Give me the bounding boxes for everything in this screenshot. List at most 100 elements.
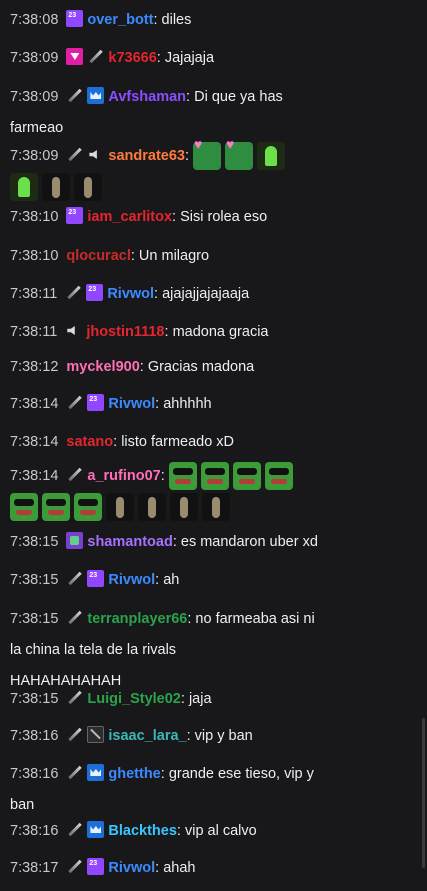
colon-separator: : [172, 209, 181, 225]
message-text: ajajajjajajaaja [162, 286, 250, 302]
colon-separator: : [139, 359, 148, 375]
username[interactable]: Blackthes [108, 823, 177, 839]
sword-badge-icon[interactable] [66, 858, 83, 875]
colon-separator: : [172, 534, 181, 550]
username[interactable]: terranplayer66 [87, 611, 187, 627]
message-text: es mandaron uber xd [180, 534, 318, 550]
chat-message: 7:38:11 Rivwol: ajajajjajajaaja [10, 279, 406, 310]
chat-message: 7:38:10 iam_carlitox: Sisi rolea eso [10, 202, 406, 233]
dance-emote-icon[interactable] [106, 493, 134, 522]
colon-separator: : [160, 766, 169, 782]
chat-message: 7:38:15 Rivwol: ah [10, 565, 406, 596]
colon-separator: : [154, 286, 163, 302]
subscriber-badge-icon[interactable] [87, 570, 105, 587]
sword-badge-icon[interactable] [66, 394, 83, 411]
username[interactable]: qlocuracl [66, 248, 130, 264]
subscriber-badge-icon[interactable] [86, 284, 104, 301]
subscriber-badge-icon[interactable] [66, 10, 84, 27]
message-text-continued: la china la tela de la rivals [10, 642, 177, 658]
colon-separator: : [180, 691, 189, 707]
frog-emote-icon[interactable] [264, 462, 293, 491]
username[interactable]: myckel900 [66, 359, 139, 375]
no-audio-badge-icon[interactable] [87, 726, 105, 743]
subscriber-badge-icon[interactable] [66, 207, 84, 224]
sword-badge-icon[interactable] [66, 87, 83, 104]
sword-badge-icon[interactable] [66, 764, 83, 781]
username[interactable]: Rivwol [107, 286, 154, 302]
sword-badge-icon[interactable] [65, 284, 82, 301]
message-text: madona gracia [172, 324, 269, 340]
bits-badge-icon[interactable] [66, 532, 84, 549]
chat-panel: 7:38:08 over_bott: diles 7:38:09 k73666: Ja… [0, 0, 427, 891]
username[interactable]: k73666 [108, 50, 156, 66]
mute-badge-icon[interactable] [65, 322, 82, 339]
chat-message: 7:38:11 jhostin1118: madona gracia [10, 317, 406, 348]
timestamp: 7:38:12 [10, 359, 59, 375]
message-text: ah [163, 572, 180, 588]
username[interactable]: Avfshaman [108, 89, 186, 105]
sword-badge-icon[interactable] [66, 609, 83, 626]
username[interactable]: Rivwol [108, 572, 155, 588]
username[interactable]: shamantoad [87, 534, 172, 550]
sword-badge-icon[interactable] [66, 466, 83, 483]
prime-badge-icon[interactable] [66, 48, 84, 65]
sword-badge-icon[interactable] [87, 48, 104, 65]
chat-message: 7:38:10 qlocuracl: Un milagro [10, 241, 406, 272]
dance-emote-icon[interactable] [74, 173, 102, 202]
frog-emote-icon[interactable] [42, 493, 70, 522]
chat-message: 7:38:17 Rivwol: ahah [10, 853, 406, 884]
colon-separator: : [164, 324, 173, 340]
message-text: diles [161, 12, 192, 28]
chat-message: 7:38:09 Avfshaman: Di que ya has farmeao [10, 82, 406, 144]
timestamp: 7:38:09 [10, 148, 59, 164]
vip-badge-icon[interactable] [87, 821, 105, 838]
sword-badge-icon[interactable] [66, 821, 83, 838]
username[interactable]: a_rufino07 [87, 468, 160, 484]
timestamp: 7:38:15 [10, 611, 59, 627]
frog-heart-emote-icon[interactable] [193, 137, 222, 171]
frog-emote-icon[interactable] [168, 462, 197, 491]
message-text: Gracias madona [147, 359, 255, 375]
chat-message: 7:38:14 satano: listo farmeado xD [10, 427, 406, 458]
subscriber-badge-icon[interactable] [87, 394, 105, 411]
colon-separator: : [156, 50, 165, 66]
frog-emote-icon[interactable] [10, 493, 38, 522]
mute-badge-icon[interactable] [87, 146, 104, 163]
username[interactable]: Luigi_Style02 [87, 691, 180, 707]
frog-emote-icon[interactable] [200, 462, 229, 491]
chat-message: 7:38:09 k73666: Jajajaja [10, 43, 406, 74]
sword-badge-icon[interactable] [66, 570, 83, 587]
timestamp: 7:38:16 [10, 728, 59, 744]
vip-badge-icon[interactable] [87, 87, 105, 104]
vip-badge-icon[interactable] [87, 764, 105, 781]
chat-message: 7:38:16 ghetthe: grande ese tieso, vip y b… [10, 759, 406, 821]
frog-emote-icon[interactable] [232, 462, 261, 491]
frog-heart-emote-icon[interactable] [225, 137, 254, 171]
frog-emote-icon[interactable] [74, 493, 102, 522]
username[interactable]: Rivwol [108, 396, 155, 412]
username[interactable]: isaac_lara_ [108, 728, 186, 744]
dance-emote-icon[interactable] [42, 173, 70, 202]
dance-emote-icon[interactable] [170, 493, 198, 522]
sword-badge-icon[interactable] [66, 689, 83, 706]
username[interactable]: ghetthe [108, 766, 160, 782]
colon-separator: : [160, 468, 169, 484]
subscriber-badge-icon[interactable] [87, 858, 105, 875]
colon-separator: : [184, 148, 194, 164]
username[interactable]: jhostin1118 [86, 324, 164, 340]
sword-badge-icon[interactable] [66, 726, 83, 743]
sword-badge-icon[interactable] [66, 146, 83, 163]
colon-separator: : [153, 12, 162, 28]
username[interactable]: over_bott [87, 12, 153, 28]
username[interactable]: Rivwol [108, 860, 155, 876]
message-text: Un milagro [138, 248, 210, 264]
hand-emote-icon[interactable] [10, 173, 38, 202]
hand-emote-icon[interactable] [257, 142, 286, 171]
dance-emote-icon[interactable] [202, 493, 230, 522]
scrollbar[interactable] [422, 718, 425, 868]
username[interactable]: satano [66, 434, 113, 450]
message-text: grande ese tieso, vip y [168, 766, 314, 782]
username[interactable]: sandrate63 [108, 148, 185, 164]
dance-emote-icon[interactable] [138, 493, 166, 522]
username[interactable]: iam_carlitox [87, 209, 172, 225]
